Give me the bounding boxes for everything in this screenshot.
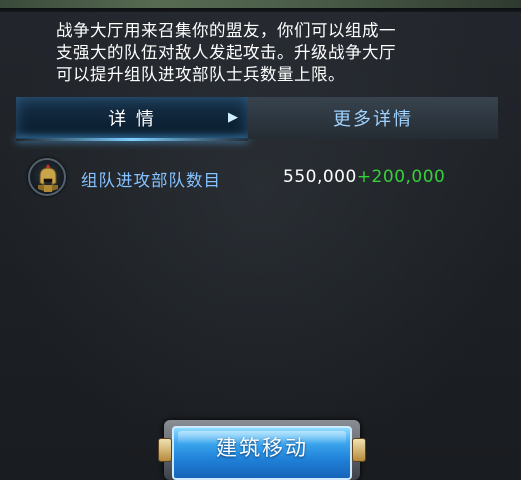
button-left-ornament	[158, 438, 172, 462]
top-artwork-strip	[0, 0, 521, 8]
tab-more-detail[interactable]: 更多详情	[248, 97, 498, 139]
war-hall-panel: 战争大厅用来召集你的盟友，你们可以组成一 支强大的队伍对敌人发起攻击。升级战争大…	[0, 0, 521, 480]
chevron-right-icon: ▶	[228, 110, 240, 125]
description-line-3: 可以提升组队进攻部队士兵数量上限。	[56, 65, 345, 84]
stat-row: 组队进攻部队数目 550,000+200,000	[28, 158, 498, 198]
description-line-2: 支强大的队伍对敌人发起攻击。升级战争大厅	[56, 43, 396, 62]
move-building-label: 建筑移动	[216, 436, 308, 460]
tab-detail[interactable]: 详 情 ▶	[16, 97, 248, 141]
tab-detail-label: 详 情	[108, 109, 156, 130]
stat-values: 550,000+200,000	[283, 167, 445, 187]
move-building-button[interactable]: 建筑移动	[158, 420, 366, 480]
building-description: 战争大厅用来召集你的盟友，你们可以组成一 支强大的队伍对敌人发起攻击。升级战争大…	[56, 20, 466, 86]
stat-label: 组队进攻部队数目	[81, 171, 221, 190]
top-frame-border	[0, 8, 521, 12]
description-line-1: 战争大厅用来召集你的盟友，你们可以组成一	[56, 21, 396, 40]
tab-bar: 详 情 ▶ 更多详情	[16, 97, 498, 141]
button-right-ornament	[352, 438, 366, 462]
stat-base-value: 550,000	[283, 167, 357, 187]
stat-bonus-value: +200,000	[356, 167, 446, 187]
warrior-helmet-icon	[28, 158, 66, 196]
tab-more-detail-label: 更多详情	[333, 109, 413, 130]
